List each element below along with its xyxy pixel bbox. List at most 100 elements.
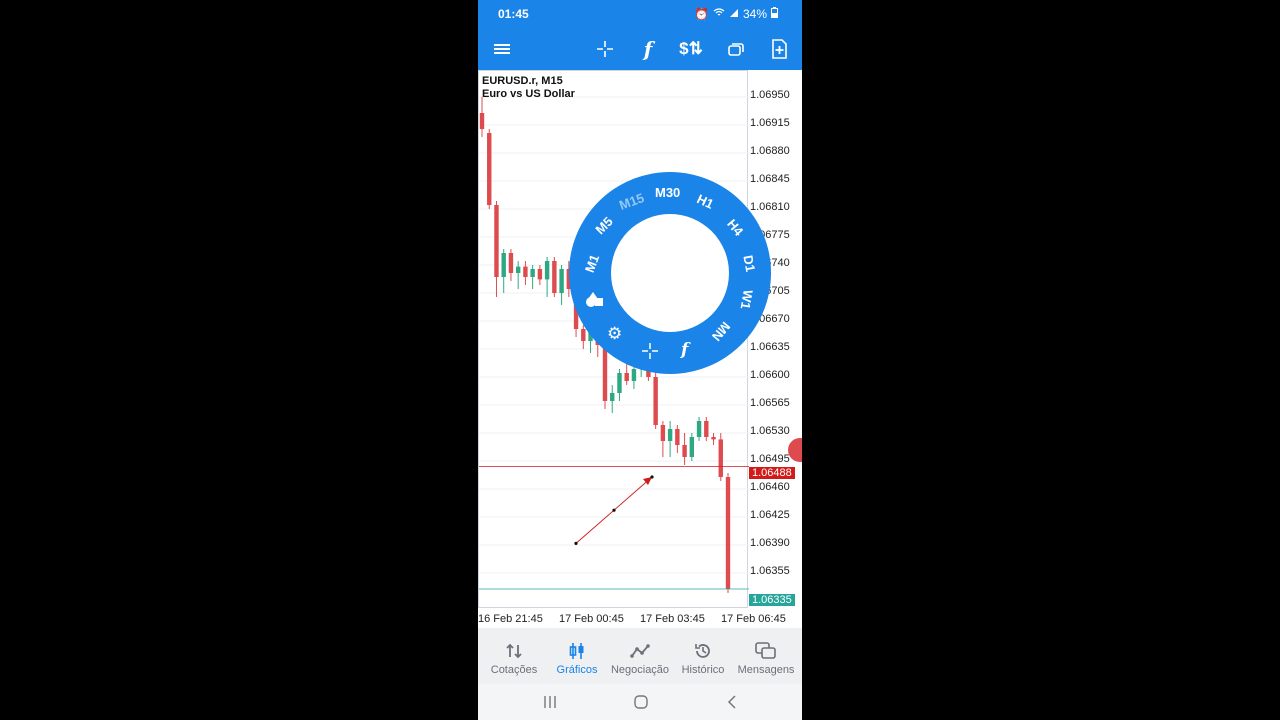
nav-trade[interactable]: Negociação: [608, 628, 672, 684]
nav-quotes[interactable]: Cotações: [482, 628, 546, 684]
wheel-center: [611, 214, 729, 332]
candle-body: [487, 133, 492, 205]
bottom-navigation: Cotações Gráficos Negociação Histórico M…: [478, 628, 802, 684]
nav-label: Mensagens: [737, 664, 795, 676]
candle-body: [523, 266, 528, 277]
x-tick-label: 17 Feb 03:45: [640, 613, 705, 625]
y-tick-label: 1.06600: [750, 369, 790, 381]
top-toolbar: f $⇅: [478, 28, 802, 70]
y-tick-label: 1.06355: [750, 565, 790, 577]
y-tick-label: 1.06495: [750, 453, 790, 465]
y-tick-label: 1.06880: [750, 145, 790, 157]
candle-body: [653, 377, 658, 425]
trade-button[interactable]: [788, 438, 802, 462]
candle-body: [559, 269, 564, 293]
messages-icon: [734, 638, 798, 664]
candle-body: [530, 269, 535, 277]
x-tick-label: 16 Feb 21:45: [478, 613, 543, 625]
wheel-crosshair-icon[interactable]: [641, 342, 659, 365]
arrow-anchor-point[interactable]: [574, 541, 578, 545]
candle-body: [508, 253, 514, 273]
y-tick-label: 1.06460: [750, 481, 790, 493]
status-time: 01:45: [498, 7, 529, 21]
arrow-anchor-point[interactable]: [650, 475, 654, 479]
x-tick-label: 17 Feb 06:45: [721, 613, 786, 625]
battery-text: 34%: [742, 7, 767, 21]
x-tick-label: 17 Feb 00:45: [559, 613, 624, 625]
ask-price-tag: 1.06335: [749, 594, 795, 606]
candle-body: [704, 421, 709, 437]
timeframe-h1[interactable]: H1: [695, 191, 716, 212]
wifi-icon: [713, 7, 725, 21]
y-tick-label: 1.06565: [750, 397, 790, 409]
wheel-function-icon[interactable]: f: [681, 340, 688, 360]
history-icon: [671, 638, 735, 664]
shapes-icon[interactable]: [585, 291, 605, 314]
crosshair-icon[interactable]: [592, 36, 618, 62]
candle-body: [718, 439, 723, 477]
y-tick-label: 1.06845: [750, 173, 790, 185]
nav-label: Cotações: [490, 664, 538, 676]
chart-symbol: EURUSD.r, M15: [482, 75, 563, 87]
nav-history[interactable]: Histórico: [671, 628, 735, 684]
y-tick-label: 1.06950: [750, 89, 790, 101]
y-tick-label: 1.06810: [750, 201, 790, 213]
candle-body: [631, 369, 637, 381]
timeframe-m1[interactable]: M1: [582, 252, 602, 274]
charts-icon: [545, 638, 609, 664]
timeframe-m30[interactable]: M30: [655, 185, 680, 200]
candle-body: [494, 205, 499, 277]
timeframe-wheel[interactable]: M1 M5 M15 M30 H1 H4 D1 W1 MN ⚙ f: [569, 172, 771, 374]
nav-charts[interactable]: Gráficos: [545, 628, 609, 684]
trade-icon: [608, 638, 672, 664]
candle-body: [689, 437, 695, 457]
candle-body: [479, 113, 485, 129]
phone-screen: 01:45 ⏰ 34% f $⇅ EURUSD.r, M15 Euro vs U…: [478, 0, 802, 720]
candle-body: [696, 421, 702, 437]
windows-icon[interactable]: [723, 36, 749, 62]
y-tick-label: 1.06425: [750, 509, 790, 521]
nav-label: Gráficos: [556, 664, 598, 676]
dollar-arrows-icon[interactable]: $⇅: [678, 36, 704, 62]
candle-body: [610, 393, 615, 401]
candle-body: [602, 345, 608, 401]
candle-body: [667, 429, 673, 441]
nav-messages[interactable]: Mensagens: [734, 628, 798, 684]
menu-icon[interactable]: [489, 36, 515, 62]
candle-body: [617, 373, 622, 393]
recent-apps-icon[interactable]: [542, 694, 558, 715]
bid-price-tag: 1.06488: [749, 467, 795, 479]
home-icon[interactable]: [633, 694, 649, 715]
timeframe-d1[interactable]: D1: [740, 254, 758, 273]
signal-icon: [729, 7, 739, 21]
nav-label: Negociação: [610, 664, 670, 676]
arrow-anchor-point[interactable]: [612, 508, 616, 512]
candle-body: [544, 261, 550, 280]
y-tick-label: 1.06915: [750, 117, 790, 129]
candle-body: [711, 437, 716, 440]
candle-body: [537, 269, 543, 280]
timeframe-m15[interactable]: M15: [617, 190, 646, 213]
back-icon[interactable]: [724, 694, 740, 715]
timeframe-mn[interactable]: MN: [709, 319, 733, 344]
function-icon[interactable]: f: [635, 36, 661, 62]
candle-body: [552, 261, 557, 293]
status-icons: ⏰ 34%: [694, 7, 778, 21]
candle-body: [501, 253, 506, 277]
candle-body: [725, 477, 731, 589]
chart-area[interactable]: EURUSD.r, M15 Euro vs US Dollar 1.06950 1…: [478, 70, 802, 628]
quotes-icon: [482, 638, 546, 664]
candle-body: [682, 445, 687, 457]
candle-body: [515, 266, 521, 273]
candle-body: [660, 425, 666, 441]
settings-icon[interactable]: ⚙: [607, 324, 622, 344]
timeframe-h4[interactable]: H4: [724, 216, 746, 238]
candle-body: [624, 373, 629, 381]
new-order-icon[interactable]: [766, 36, 792, 62]
timeframe-w1[interactable]: W1: [738, 289, 756, 311]
chart-description: Euro vs US Dollar: [482, 88, 575, 100]
y-tick-label: 1.06530: [750, 425, 790, 437]
timeframe-m5[interactable]: M5: [592, 214, 615, 237]
candle-body: [675, 429, 680, 445]
battery-icon: [771, 7, 778, 21]
